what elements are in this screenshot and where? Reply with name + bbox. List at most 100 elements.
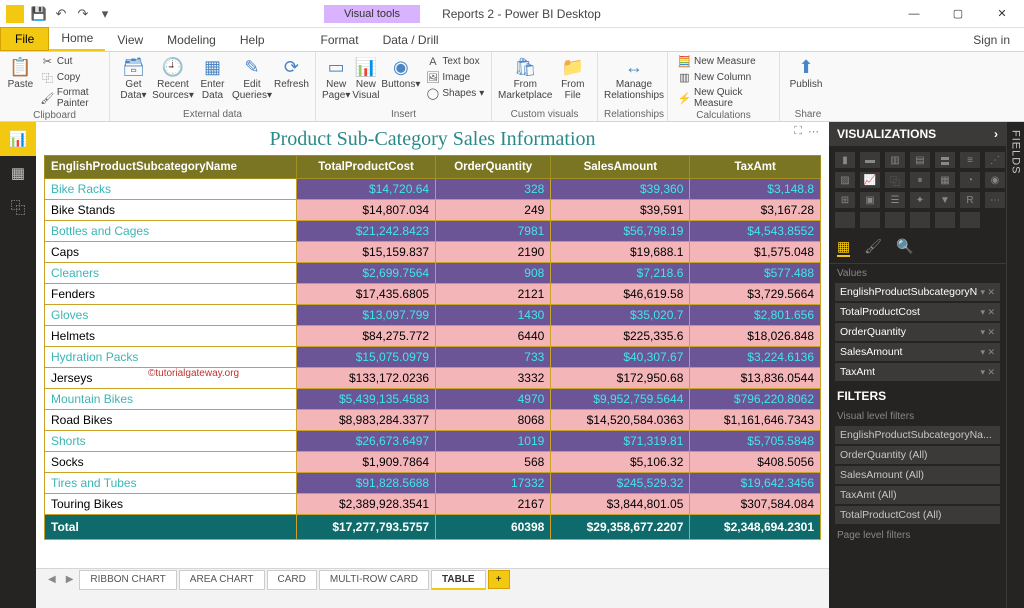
page-tab[interactable]: MULTI-ROW CARD [319, 570, 429, 590]
undo-icon[interactable]: ↶ [50, 3, 72, 25]
collapse-icon[interactable]: › [994, 127, 998, 141]
viz-type-icon[interactable]: ▨ [835, 172, 855, 188]
table-row[interactable]: Helmets$84,275.7726440$225,335.6$18,026.… [45, 326, 821, 347]
recent-sources-button[interactable]: 🕘Recent Sources▾ [153, 54, 193, 103]
viz-type-icon[interactable]: ▼ [935, 192, 955, 208]
filter-item[interactable]: TaxAmt (All) [835, 486, 1000, 504]
field-well-item[interactable]: TotalProductCost▾ ✕ [835, 303, 1000, 321]
viz-type-icon[interactable] [910, 212, 930, 228]
new-page-button[interactable]: ▭New Page▾ [322, 54, 350, 103]
sign-in-link[interactable]: Sign in [959, 29, 1024, 51]
new-measure-button[interactable]: 🧮New Measure [676, 54, 771, 69]
tab-datadrill[interactable]: Data / Drill [371, 29, 451, 51]
table-row[interactable]: Tires and Tubes$91,828.568817332$245,529… [45, 473, 821, 494]
field-well-item[interactable]: OrderQuantity▾ ✕ [835, 323, 1000, 341]
minimize-button[interactable]: — [892, 0, 936, 28]
page-tab[interactable]: AREA CHART [179, 570, 265, 590]
viz-type-icon[interactable]: ◔ [960, 172, 980, 188]
viz-type-icon[interactable]: ≡ [960, 152, 980, 168]
fields-pane-collapsed[interactable]: FIELDS [1006, 122, 1024, 608]
viz-type-icon[interactable] [835, 212, 855, 228]
tab-help[interactable]: Help [228, 29, 277, 51]
analytics-tab-icon[interactable]: 🔍 [896, 238, 913, 257]
cut-button[interactable]: ✂Cut [39, 54, 101, 69]
column-header[interactable]: SalesAmount [551, 156, 690, 179]
textbox-button[interactable]: AText box [424, 54, 486, 69]
table-row[interactable]: Caps$15,159.8372190$19,688.1$1,575.048 [45, 242, 821, 263]
save-icon[interactable]: 💾 [28, 3, 50, 25]
viz-type-icon[interactable]: ✦ [910, 192, 930, 208]
new-quick-measure-button[interactable]: ⚡New Quick Measure [676, 86, 771, 110]
tab-format[interactable]: Format [309, 29, 371, 51]
sales-table[interactable]: EnglishProductSubcategoryNameTotalProduc… [44, 155, 821, 540]
field-well-item[interactable]: TaxAmt▾ ✕ [835, 363, 1000, 381]
publish-button[interactable]: ⬆Publish [786, 54, 826, 92]
manage-relationships-button[interactable]: ↔Manage Relationships [604, 54, 664, 103]
viz-type-icon[interactable]: ⿻ [885, 172, 905, 188]
tab-modeling[interactable]: Modeling [155, 29, 228, 51]
format-tab-icon[interactable]: 🖌 [864, 238, 882, 257]
copy-button[interactable]: ⿻Copy [39, 70, 101, 85]
table-row[interactable]: Bottles and Cages$21,242.84237981$56,798… [45, 221, 821, 242]
viz-type-icon[interactable]: ▮ [835, 152, 855, 168]
viz-type-icon[interactable] [935, 212, 955, 228]
page-prev-icon[interactable]: ◀ [44, 574, 60, 585]
viz-type-icon[interactable]: ◉ [985, 172, 1005, 188]
image-button[interactable]: 🖼Image [424, 70, 486, 85]
viz-type-icon[interactable]: ▬ [860, 152, 880, 168]
new-column-button[interactable]: ▥New Column [676, 70, 771, 85]
focus-mode-icon[interactable]: ⛶ [794, 125, 802, 138]
viz-type-icon[interactable]: ⋰ [985, 152, 1005, 168]
viz-type-icon[interactable]: ▤ [910, 152, 930, 168]
field-well-item[interactable]: EnglishProductSubcategoryN▾ ✕ [835, 283, 1000, 301]
new-visual-button[interactable]: 📊New Visual [352, 54, 379, 103]
report-view-icon[interactable]: 📊 [0, 122, 36, 156]
viz-type-icon[interactable]: ▣ [860, 192, 880, 208]
table-row[interactable]: Bike Racks$14,720.64328$39,360$3,148.8 [45, 179, 821, 200]
field-well-item[interactable]: SalesAmount▾ ✕ [835, 343, 1000, 361]
filter-item[interactable]: EnglishProductSubcategoryNa... [835, 426, 1000, 444]
filter-item[interactable]: OrderQuantity (All) [835, 446, 1000, 464]
fields-well-tab-icon[interactable]: ▦ [837, 238, 850, 257]
viz-type-icon[interactable]: R [960, 192, 980, 208]
maximize-button[interactable]: ▢ [936, 0, 980, 28]
qat-dropdown-icon[interactable]: ▾ [94, 3, 116, 25]
table-row[interactable]: Road Bikes$8,983,284.33778068$14,520,584… [45, 410, 821, 431]
column-header[interactable]: EnglishProductSubcategoryName [45, 156, 297, 179]
table-row[interactable]: Mountain Bikes$5,439,135.45834970$9,952,… [45, 389, 821, 410]
edit-queries-button[interactable]: ✎Edit Queries▾ [232, 54, 272, 103]
visual-options-icon[interactable]: ⋯ [808, 125, 819, 138]
enter-data-button[interactable]: ▦Enter Data [195, 54, 230, 103]
page-tab[interactable]: CARD [267, 570, 317, 590]
viz-type-icon[interactable] [885, 212, 905, 228]
viz-type-icon[interactable]: 〓 [935, 152, 955, 168]
get-data-button[interactable]: 🗃Get Data▾ [116, 54, 151, 103]
tab-home[interactable]: Home [49, 27, 105, 51]
add-page-button[interactable]: + [488, 570, 510, 589]
viz-type-icon[interactable]: ⏸ [910, 172, 930, 188]
format-painter-button[interactable]: 🖌Format Painter [39, 86, 101, 110]
close-button[interactable]: ✕ [980, 0, 1024, 28]
column-header[interactable]: OrderQuantity [436, 156, 551, 179]
table-row[interactable]: Fenders$17,435.68052121$46,619.58$3,729.… [45, 284, 821, 305]
paste-button[interactable]: 📋Paste [6, 54, 35, 92]
buttons-button[interactable]: ◉Buttons▾ [381, 54, 420, 92]
redo-icon[interactable]: ↷ [72, 3, 94, 25]
shapes-button[interactable]: ◯Shapes▾ [424, 86, 486, 101]
column-header[interactable]: TotalProductCost [297, 156, 436, 179]
tab-file[interactable]: File [0, 27, 49, 51]
refresh-button[interactable]: ⟳Refresh [274, 54, 309, 92]
table-row[interactable]: Bike Stands$14,807.034249$39,591$3,167.2… [45, 200, 821, 221]
page-tab[interactable]: RIBBON CHART [79, 570, 176, 590]
viz-type-icon[interactable] [960, 212, 980, 228]
table-row[interactable]: Hydration Packs$15,075.0979733$40,307.67… [45, 347, 821, 368]
filter-item[interactable]: SalesAmount (All) [835, 466, 1000, 484]
from-marketplace-button[interactable]: 🛍From Marketplace [498, 54, 552, 103]
viz-type-icon[interactable] [860, 212, 880, 228]
table-row[interactable]: Touring Bikes$2,389,928.35412167$3,844,8… [45, 494, 821, 515]
table-row[interactable]: Cleaners$2,699.7564908$7,218.6$577.488 [45, 263, 821, 284]
page-tab[interactable]: TABLE [431, 570, 486, 590]
viz-type-icon[interactable]: 📈 [860, 172, 880, 188]
model-view-icon[interactable]: ⿻ [0, 190, 36, 224]
table-row[interactable]: Socks$1,909.7864568$5,106.32$408.5056 [45, 452, 821, 473]
